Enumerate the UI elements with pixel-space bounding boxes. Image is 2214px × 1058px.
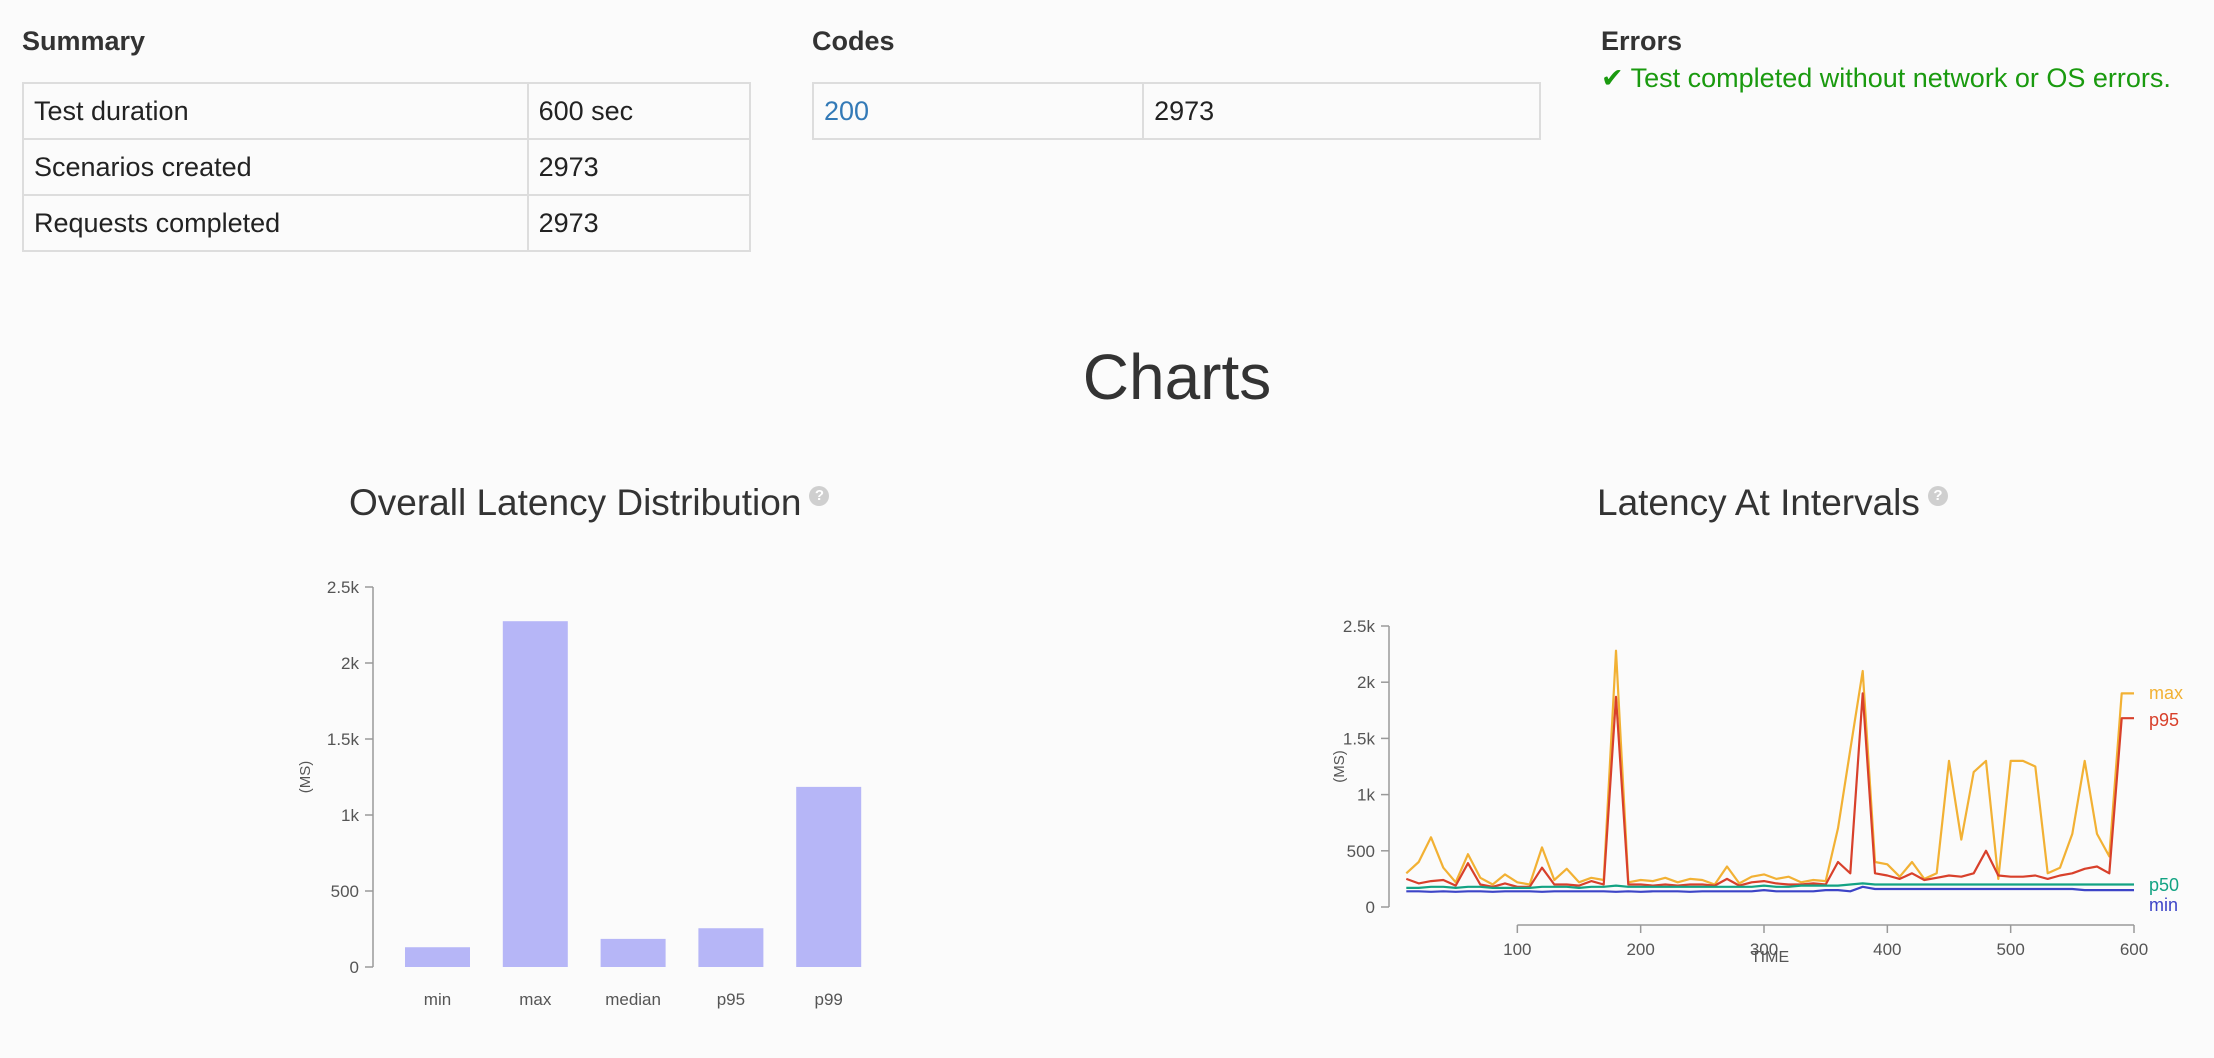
x-tick-label: 500 xyxy=(1996,940,2024,959)
y-tick-label: 2.5k xyxy=(327,578,360,597)
series-line-p95 xyxy=(1405,692,2134,888)
series-line-max xyxy=(1405,649,2134,886)
y-tick-label: 2k xyxy=(341,654,359,673)
x-tick-label: p99 xyxy=(815,990,843,1009)
x-tick-label: median xyxy=(605,990,661,1009)
bar-p95 xyxy=(698,928,764,967)
y-tick-label: 0 xyxy=(1366,898,1375,917)
y-tick-label: 500 xyxy=(331,882,359,901)
y-tick-label: 1.5k xyxy=(327,730,360,749)
y-tick-label: 2k xyxy=(1357,673,1375,692)
legend-min: min xyxy=(2149,895,2178,915)
x-axis-label: TIME xyxy=(1751,949,1789,966)
y-tick-label: 1.5k xyxy=(1343,729,1376,748)
y-tick-label: 500 xyxy=(1347,842,1375,861)
bar-median xyxy=(600,938,666,967)
y-tick-label: 0 xyxy=(350,958,359,977)
bar-max xyxy=(502,621,568,967)
x-tick-label: 100 xyxy=(1503,940,1531,959)
x-tick-label: p95 xyxy=(717,990,745,1009)
latency-distribution-chart: 0 500 1k 1.5k 2k 2.5k (MS) min max median p95 p99 xyxy=(297,578,862,1009)
x-tick-label: max xyxy=(519,990,552,1009)
x-tick-label: 600 xyxy=(2120,940,2148,959)
x-tick-label: 400 xyxy=(1873,940,1901,959)
x-tick-label: 200 xyxy=(1626,940,1654,959)
y-axis-label: (MS) xyxy=(1331,750,1348,783)
legend-p95: p95 xyxy=(2149,710,2179,730)
bar-min xyxy=(405,947,470,967)
legend-p50: p50 xyxy=(2149,875,2179,895)
y-tick-label: 2.5k xyxy=(1343,617,1376,636)
y-axis-label: (MS) xyxy=(297,761,314,794)
y-tick-label: 1k xyxy=(1357,786,1375,805)
latency-intervals-chart: 05001k1.5k2k2.5k(MS)100 200 300 400 500 600TI… xyxy=(1331,617,2183,966)
y-tick-label: 1k xyxy=(341,806,359,825)
legend-max: max xyxy=(2149,683,2183,703)
x-tick-label: min xyxy=(424,990,451,1009)
bar-p99 xyxy=(796,786,862,967)
